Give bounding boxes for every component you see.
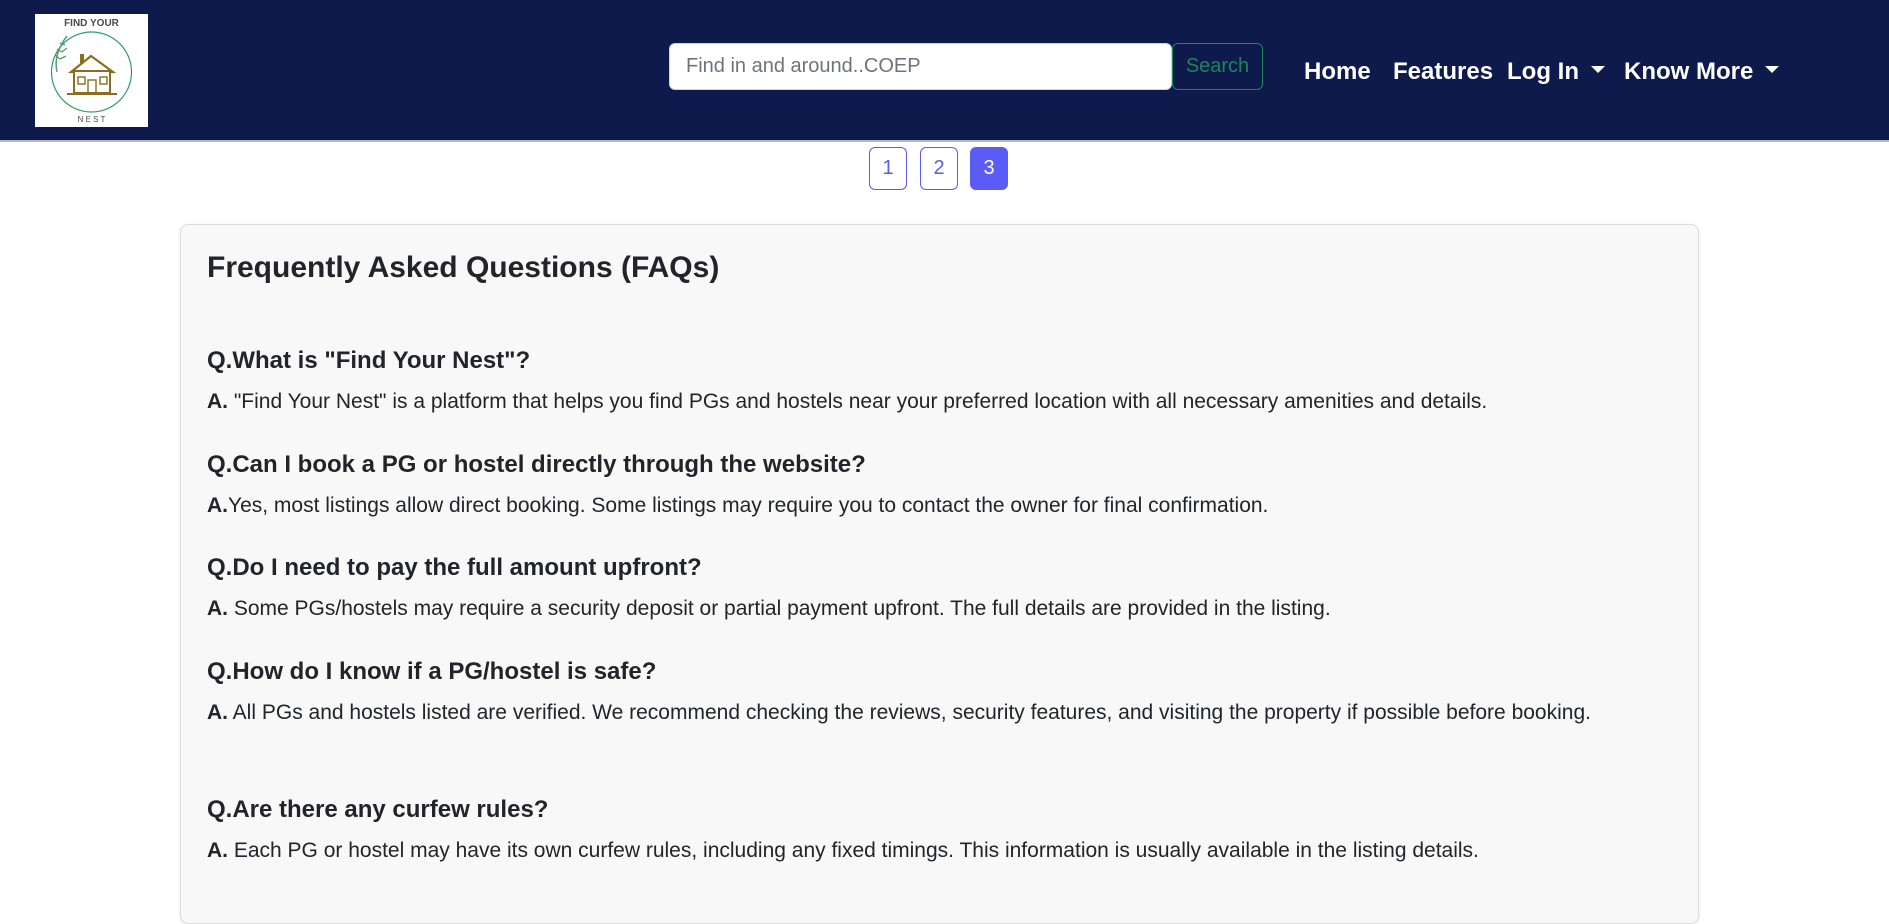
answer-prefix: A. [207, 494, 228, 517]
answer-text: Some PGs/hostels may require a security … [228, 597, 1331, 620]
logo-bottom-text: N E S T [78, 115, 106, 124]
nav-login-label: Log In [1507, 58, 1579, 85]
faq-question: Q.Can I book a PG or hostel directly thr… [207, 451, 866, 478]
faq-item: Q.Are there any curfew rules? A. Each PG… [207, 795, 1677, 868]
faq-answer: A. All PGs and hostels listed are verifi… [207, 696, 1677, 730]
nav-home-link[interactable]: Home [1304, 52, 1371, 92]
nav-features-link[interactable]: Features [1393, 52, 1493, 92]
page-button-1[interactable]: 1 [869, 147, 907, 190]
answer-prefix: A. [207, 390, 228, 413]
nav-login-dropdown[interactable]: Log In [1507, 52, 1605, 92]
faq-answer: A. "Find Your Nest" is a platform that h… [207, 385, 1677, 419]
logo-top-text: FIND YOUR [64, 18, 120, 29]
faq-answer: A.Yes, most listings allow direct bookin… [207, 489, 1677, 523]
search-input[interactable] [669, 43, 1172, 90]
page-button-3-active[interactable]: 3 [970, 147, 1008, 190]
faq-question: Q.How do I know if a PG/hostel is safe? [207, 658, 657, 685]
nav-know-more-dropdown[interactable]: Know More [1624, 52, 1780, 92]
faq-answer: A. Some PGs/hostels may require a securi… [207, 592, 1677, 626]
faq-question: Q.What is "Find Your Nest"? [207, 347, 531, 374]
faq-question: Q.Are there any curfew rules? [207, 796, 549, 823]
faq-item: Q.How do I know if a PG/hostel is safe? … [207, 657, 1677, 730]
answer-text: All PGs and hostels listed are verified.… [228, 701, 1591, 724]
search-button[interactable]: Search [1172, 43, 1263, 90]
find-your-nest-logo[interactable]: FIND YOUR N E S T [35, 14, 148, 127]
chevron-down-icon [1590, 66, 1605, 74]
chevron-down-icon [1765, 66, 1780, 74]
answer-prefix: A. [207, 597, 228, 620]
nav-know-more-label: Know More [1624, 58, 1754, 85]
page-button-2[interactable]: 2 [920, 147, 958, 190]
faq-item: Q.Do I need to pay the full amount upfro… [207, 553, 1677, 626]
answer-text: Each PG or hostel may have its own curfe… [228, 839, 1479, 862]
faq-question: Q.Do I need to pay the full amount upfro… [207, 554, 702, 581]
answer-text: Yes, most listings allow direct booking.… [228, 494, 1269, 517]
navbar: FIND YOUR N E S T Search Home Features L… [0, 0, 1889, 142]
answer-prefix: A. [207, 701, 228, 724]
answer-prefix: A. [207, 839, 228, 862]
faq-title: Frequently Asked Questions (FAQs) [207, 251, 720, 284]
answer-text: "Find Your Nest" is a platform that help… [228, 390, 1488, 413]
house-logo-icon: FIND YOUR N E S T [50, 18, 133, 124]
faq-item: Q.Can I book a PG or hostel directly thr… [207, 450, 1677, 523]
faq-card: Frequently Asked Questions (FAQs) Q.What… [180, 224, 1699, 924]
faq-item: Q.What is "Find Your Nest"? A. "Find You… [207, 346, 1677, 419]
faq-answer: A. Each PG or hostel may have its own cu… [207, 834, 1677, 868]
